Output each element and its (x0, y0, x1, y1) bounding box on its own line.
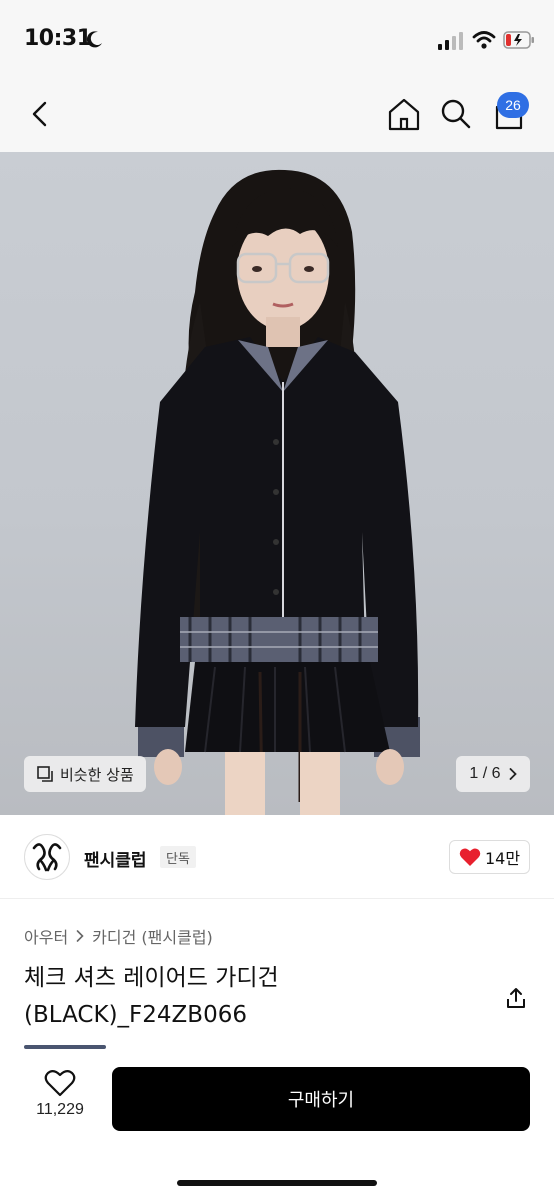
buy-button[interactable]: 구매하기 (112, 1067, 530, 1131)
similar-products-label: 비슷한 상품 (60, 765, 134, 784)
brand-row: 팬시클럽 단독 14만 (0, 815, 554, 899)
brand-logo-mark (32, 843, 62, 872)
brand-name[interactable]: 팬시클럽 (84, 846, 147, 871)
back-icon (32, 101, 47, 127)
cart-badge: 26 (497, 92, 529, 118)
product-title: 체크 셔츠 레이어드 가디건 (BLACK)_F24ZB066 (24, 965, 279, 1028)
bottom-action-bar: 11,229 구매하기 (0, 1049, 554, 1200)
breadcrumb-item[interactable]: 카디건 (팬시클럽) (92, 924, 213, 948)
battery-icon (503, 31, 534, 49)
home-icon (388, 98, 420, 131)
brand-logo[interactable] (24, 834, 70, 880)
search-button[interactable] (436, 94, 476, 134)
wishlist-count: 11,229 (36, 1101, 84, 1118)
heart-outline-icon (44, 1070, 76, 1097)
signal-icon (438, 32, 463, 50)
home-button[interactable] (384, 94, 424, 134)
home-indicator (177, 1180, 377, 1186)
share-button[interactable] (502, 984, 530, 1012)
wishlist-button[interactable]: 11,229 (24, 1069, 96, 1133)
search-icon (441, 99, 471, 129)
product-photo (135, 169, 420, 815)
status-bar: 10:31 (0, 0, 554, 80)
breadcrumb-item[interactable]: 아우터 (24, 924, 68, 948)
similar-icon (37, 766, 53, 782)
page-counter-text: 1 / 6 (469, 765, 501, 782)
product-image[interactable]: 비슷한 상품 1 / 6 (0, 152, 554, 815)
brand-like-count: 14만 (484, 849, 521, 868)
heart-filled-icon (459, 848, 481, 866)
share-icon (507, 988, 525, 1008)
status-time: 10:31 (24, 26, 92, 51)
similar-products-button[interactable]: 비슷한 상품 (24, 756, 146, 792)
moon-icon (86, 31, 102, 48)
nav-bar (0, 80, 554, 152)
chevron-right-icon (509, 768, 517, 780)
back-button[interactable] (20, 94, 60, 134)
wifi-icon (472, 31, 496, 49)
image-page-counter[interactable]: 1 / 6 (456, 756, 530, 792)
chevron-right-icon (76, 930, 84, 942)
breadcrumb: 아우터 카디건 (팬시클럽) (24, 924, 213, 948)
brand-like-button[interactable]: 14만 (449, 840, 530, 874)
exclusive-tag: 단독 (160, 846, 196, 868)
